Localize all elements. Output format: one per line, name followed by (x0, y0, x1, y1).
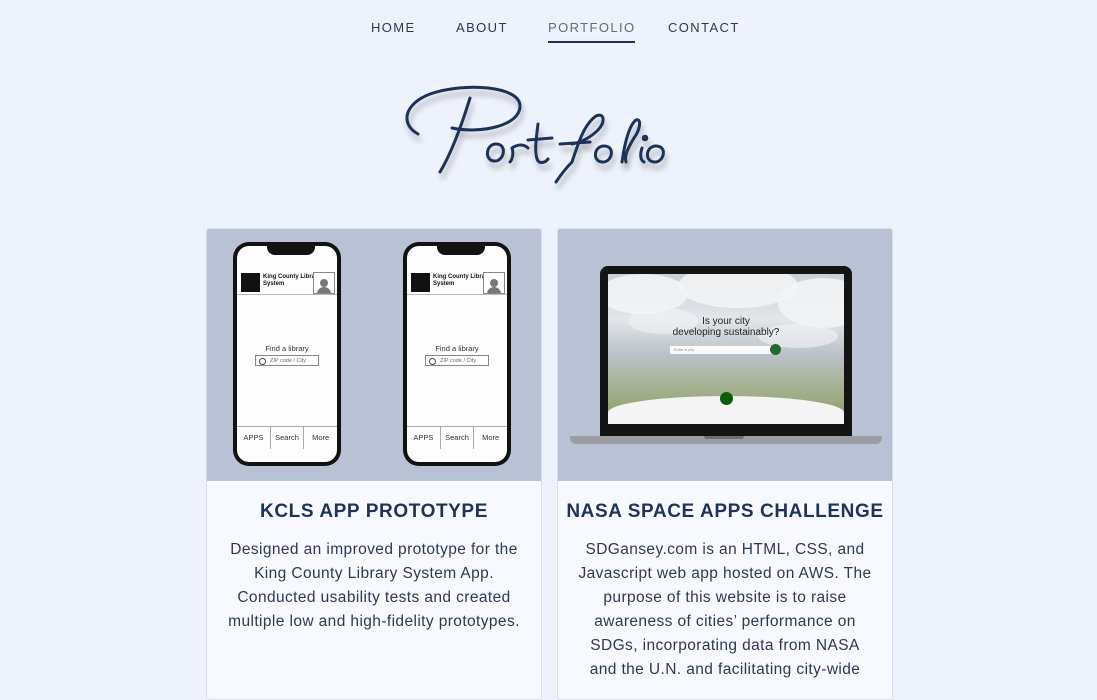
kcls-logo-icon (241, 273, 260, 292)
go-icon (770, 344, 781, 355)
phone-tabbar: APPS Search More (407, 426, 507, 449)
account-avatar-icon (483, 272, 505, 294)
kcls-app-screenshot: King County Library System Find a librar… (207, 229, 541, 481)
phone-mockup-right: King County Library System Find a librar… (403, 242, 511, 466)
kcls-logo-icon (411, 273, 430, 292)
tab-more: More (482, 433, 500, 442)
tab-more: More (312, 433, 330, 442)
nasa-app-screenshot: Is your city developing sustainably? Ent… (558, 229, 892, 481)
tab-apps: APPS (237, 427, 271, 449)
laptop-city-search: Enter a city (670, 346, 778, 354)
page-title-script (405, 85, 665, 184)
laptop-mockup: Is your city developing sustainably? Ent… (600, 266, 852, 436)
card-description: SDGansey.com is an HTML, CSS, and Javasc… (578, 541, 872, 678)
phone-mockup-left: King County Library System Find a librar… (233, 242, 341, 466)
phone-tabbar: APPS Search More (237, 426, 337, 449)
search-icon (429, 358, 436, 365)
find-library-label: Find a library (265, 344, 309, 353)
nav-contact-link[interactable]: CONTACT (668, 20, 740, 35)
laptop-headline: Is your city developing sustainably? (672, 316, 780, 338)
find-library-label: Find a library (435, 344, 479, 353)
zip-search-field: ZIP code / City (255, 355, 319, 366)
nav-home-link[interactable]: HOME (371, 20, 416, 35)
zip-search-field: ZIP code / City (425, 355, 489, 366)
search-icon (259, 358, 266, 365)
tab-search: Search (441, 427, 475, 449)
card-title: KCLS APP PROTOTYPE (260, 501, 488, 522)
nav-portfolio-link[interactable]: PORTFOLIO (548, 20, 636, 43)
top-nav: HOME ABOUT PORTFOLIO CONTACT (0, 0, 1097, 52)
project-card-nasa[interactable]: Is your city developing sustainably? Ent… (557, 228, 893, 700)
page-title (0, 64, 1097, 194)
status-dot-icon (720, 392, 733, 405)
card-title: NASA SPACE APPS CHALLENGE (566, 501, 884, 522)
card-description: Designed an improved prototype for the K… (228, 541, 520, 630)
tab-apps: APPS (407, 427, 441, 449)
tab-search: Search (271, 427, 305, 449)
account-avatar-icon (313, 272, 335, 294)
project-card-kcls[interactable]: King County Library System Find a librar… (206, 228, 542, 700)
nav-about-link[interactable]: ABOUT (456, 20, 508, 35)
